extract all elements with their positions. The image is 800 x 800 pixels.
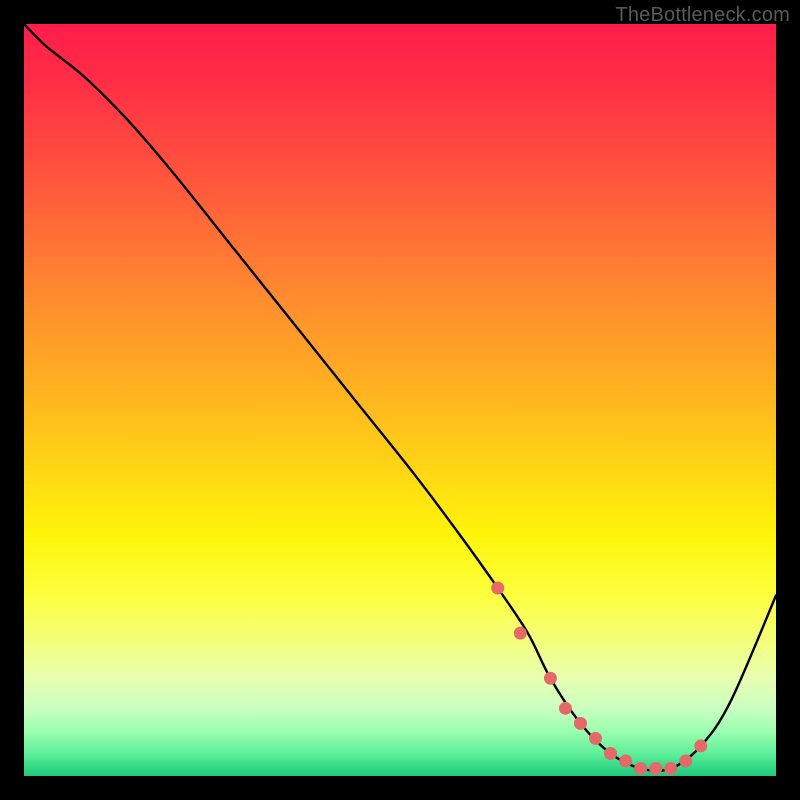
bottleneck-curve (24, 24, 776, 771)
curve-marker (574, 717, 587, 730)
curve-marker (634, 762, 647, 775)
curve-marker (664, 762, 677, 775)
curve-marker (604, 747, 617, 760)
curve-marker (679, 754, 692, 767)
curve-marker (491, 582, 504, 595)
curve-layer (24, 24, 776, 776)
curve-marker (694, 739, 707, 752)
curve-marker (619, 754, 632, 767)
curve-marker (589, 732, 602, 745)
chart-frame: TheBottleneck.com (0, 0, 800, 800)
curve-marker (514, 627, 527, 640)
curve-marker (649, 762, 662, 775)
plot-area (24, 24, 776, 776)
curve-markers (491, 582, 707, 775)
curve-marker (559, 702, 572, 715)
curve-marker (544, 672, 557, 685)
